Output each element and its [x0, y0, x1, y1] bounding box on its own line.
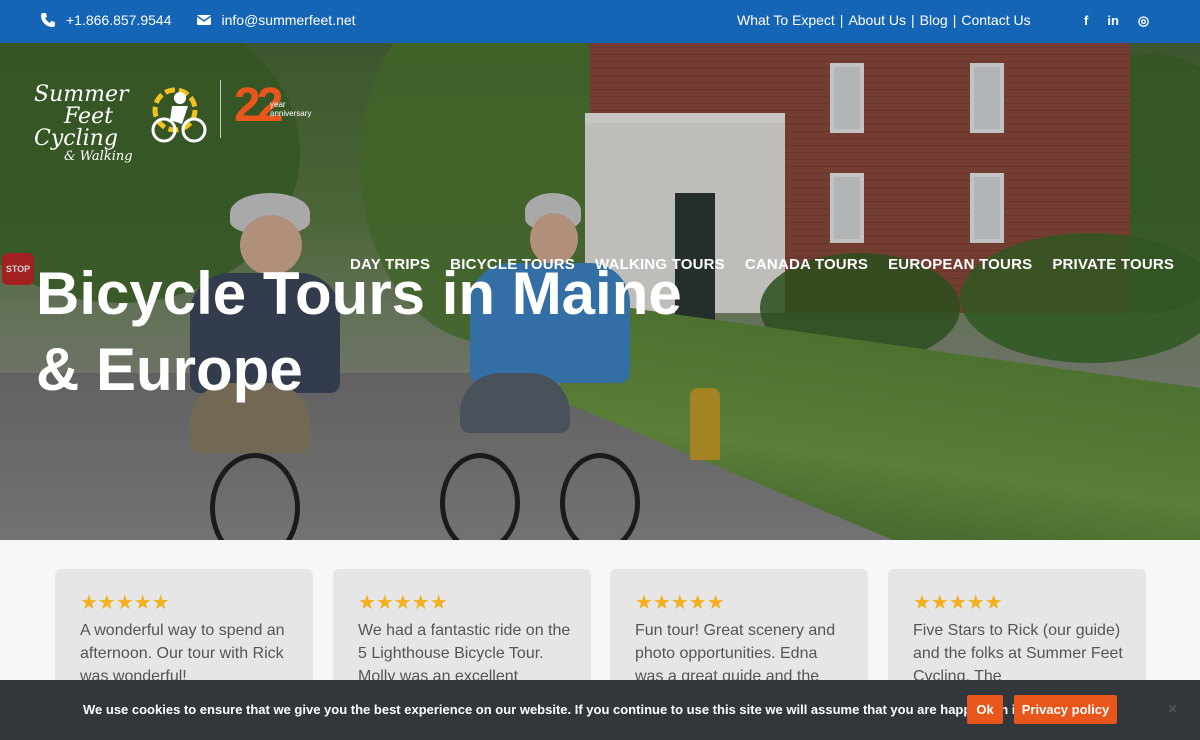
logo-wordmark: Summer Feet Cycling & Walking: [34, 84, 133, 164]
review-text: Fun tour! Great scenery and photo opport…: [635, 622, 836, 685]
headline-line: & Europe: [36, 336, 303, 403]
star-rating: ★★★★★: [358, 592, 448, 614]
logo-line: Cycling: [34, 126, 118, 151]
link-contact-us[interactable]: Contact Us: [961, 12, 1030, 28]
phone-number[interactable]: +1.866.857.9544: [66, 12, 172, 28]
facebook-icon[interactable]: f: [1084, 13, 1088, 29]
cyclist-sun-icon: [151, 87, 207, 143]
top-bar: +1.866.857.9544 info@summerfeet.net What…: [0, 0, 1200, 43]
nav-private-tours[interactable]: PRIVATE TOURS: [1052, 256, 1174, 273]
review-text: We had a fantastic ride on the 5 Lightho…: [358, 622, 571, 685]
cookie-banner: We use cookies to ensure that we give yo…: [0, 680, 1200, 740]
nav-walking-tours[interactable]: WALKING TOURS: [595, 256, 725, 273]
phone-icon: [41, 13, 55, 27]
social-links: f in ◎: [1084, 13, 1149, 29]
instagram-icon[interactable]: ◎: [1138, 13, 1149, 29]
cookie-message: We use cookies to ensure that we give yo…: [83, 702, 1024, 717]
link-separator: |: [952, 12, 957, 28]
logo-divider: [220, 80, 221, 138]
link-about-us[interactable]: About Us: [848, 12, 906, 28]
email-link[interactable]: info@summerfeet.net: [222, 12, 356, 28]
top-links: What To Expect | About Us | Blog | Conta…: [737, 12, 1031, 28]
star-rating: ★★★★★: [80, 592, 170, 614]
nav-european-tours[interactable]: EUROPEAN TOURS: [888, 256, 1032, 273]
anniversary-label-line: anniversary: [270, 109, 312, 118]
anniversary-label-line: year: [270, 100, 286, 109]
main-nav: DAY TRIPS BICYCLE TOURS WALKING TOURS CA…: [350, 256, 1174, 273]
review-text: Five Stars to Rick (our guide) and the f…: [913, 622, 1123, 685]
close-icon[interactable]: ×: [1168, 701, 1177, 719]
link-separator: |: [839, 12, 844, 28]
anniversary-label: year anniversary: [270, 100, 311, 118]
link-separator: |: [911, 12, 915, 28]
star-rating: ★★★★★: [635, 592, 725, 614]
logo-line: & Walking: [64, 149, 133, 164]
privacy-policy-button[interactable]: Privacy policy: [1014, 695, 1117, 724]
hero-headline: Bicycle Tours in Maine & Europe: [36, 256, 756, 408]
nav-canada-tours[interactable]: CANADA TOURS: [745, 256, 868, 273]
review-text: A wonderful way to spend an afternoon. O…: [80, 622, 285, 685]
logo-line: Feet: [64, 104, 113, 129]
site-logo[interactable]: Summer Feet Cycling & Walking 22 year an…: [34, 80, 334, 180]
link-blog[interactable]: Blog: [920, 12, 948, 28]
link-what-to-expect[interactable]: What To Expect: [737, 12, 835, 28]
cookie-ok-button[interactable]: Ok: [967, 695, 1003, 724]
star-rating: ★★★★★: [913, 592, 1003, 614]
envelope-icon: [196, 15, 211, 25]
nav-day-trips[interactable]: DAY TRIPS: [350, 256, 430, 273]
contact-info: +1.866.857.9544 info@summerfeet.net: [40, 12, 370, 28]
nav-bicycle-tours[interactable]: BICYCLE TOURS: [450, 256, 575, 273]
linkedin-icon[interactable]: in: [1107, 13, 1119, 29]
logo-line: Summer: [34, 82, 129, 107]
